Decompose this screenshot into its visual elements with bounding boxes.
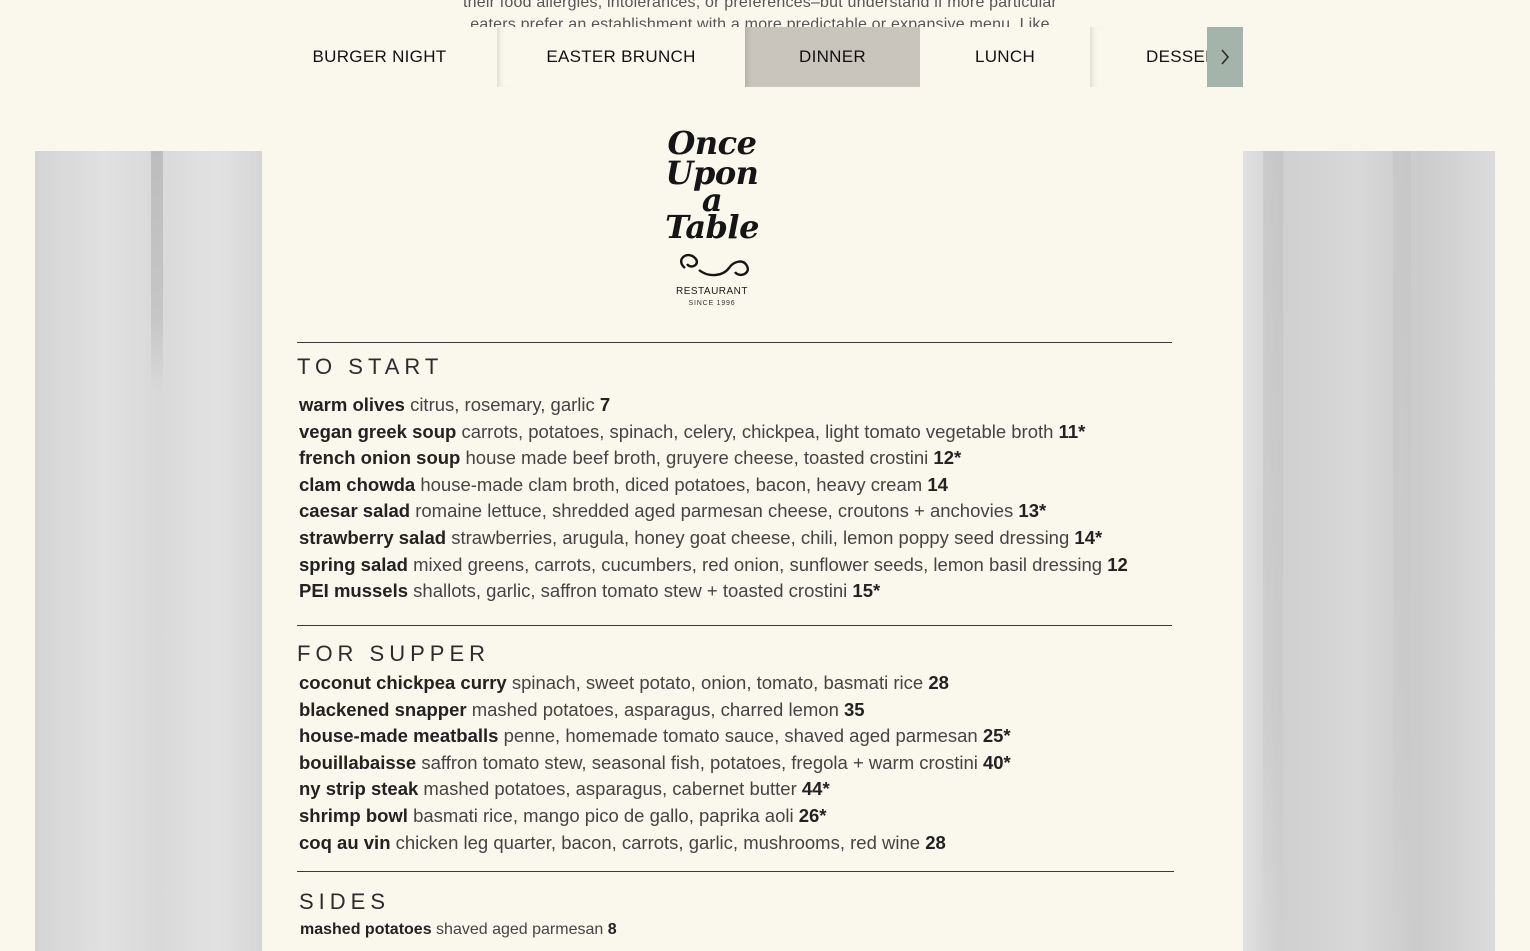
tab-easter-brunch[interactable]: EASTER BRUNCH: [497, 27, 745, 87]
item-desc: mashed potatoes, asparagus, charred lemo…: [471, 699, 839, 720]
section-title: TO START: [297, 354, 444, 379]
logo-word: Table: [665, 208, 759, 246]
item-name: vegan greek soup: [299, 421, 457, 442]
item-name: mashed potatoes: [300, 921, 432, 938]
item-name: warm olives: [299, 394, 405, 415]
item-name: bouillabaisse: [299, 752, 417, 773]
item-desc: penne, homemade tomato sauce, shaved age…: [503, 725, 978, 746]
menu-item: house-made meatballs penne, homemade tom…: [299, 725, 1011, 747]
section-title: FOR SUPPER: [297, 641, 491, 666]
item-name: strawberry salad: [299, 527, 447, 548]
item-desc: house-made clam broth, diced potatoes, b…: [420, 474, 923, 495]
right-decorative-panel: [1243, 151, 1495, 951]
item-desc: citrus, rosemary, garlic: [410, 394, 595, 415]
section-title: SIDES: [299, 889, 391, 914]
item-name: blackened snapper: [299, 699, 467, 720]
menu-item: vegan greek soup carrots, potatoes, spin…: [299, 421, 1085, 443]
item-desc: mixed greens, carrots, cucumbers, red on…: [413, 554, 1103, 575]
tab-dinner[interactable]: DINNER: [745, 27, 920, 87]
item-desc: spinach, sweet potato, onion, tomato, ba…: [511, 672, 924, 693]
menu-item: mashed potatoes shaved aged parmesan 8: [300, 921, 617, 939]
logo-subtitle: RESTAURANT: [675, 286, 749, 297]
tab-label: DINNER: [799, 47, 866, 66]
item-price: 26*: [798, 805, 827, 826]
menu-item: ny strip steak mashed potatoes, asparagu…: [299, 778, 830, 800]
item-desc: carrots, potatoes, spinach, celery, chic…: [461, 421, 1054, 442]
item-price: 8: [607, 921, 617, 938]
item-price: 7: [599, 394, 611, 415]
left-decorative-panel: [35, 151, 262, 951]
item-price: 25*: [982, 725, 1011, 746]
item-price: 35: [844, 699, 865, 720]
menu-item: caesar salad romaine lettuce, shredded a…: [299, 500, 1046, 522]
item-desc: shallots, garlic, saffron tomato stew + …: [413, 580, 848, 601]
item-price: 44*: [801, 778, 830, 799]
menu-item: spring salad mixed greens, carrots, cucu…: [299, 554, 1128, 576]
restaurant-logo: Once Upon a Table RESTAURANT SINCE 1996: [662, 127, 762, 328]
item-desc: house made beef broth, gruyere cheese, t…: [465, 447, 929, 468]
item-price: 28: [928, 672, 949, 693]
menu-item: blackened snapper mashed potatoes, aspar…: [299, 699, 865, 721]
tab-label: EASTER BRUNCH: [546, 47, 696, 66]
item-name: ny strip steak: [299, 778, 419, 799]
item-price: 13*: [1018, 500, 1047, 521]
item-price: 14: [927, 474, 948, 495]
item-name: house-made meatballs: [299, 725, 499, 746]
item-price: 40*: [982, 752, 1011, 773]
item-price: 14*: [1074, 527, 1103, 548]
item-desc: strawberries, arugula, honey goat cheese…: [451, 527, 1070, 548]
item-name: caesar salad: [299, 500, 411, 521]
tab-label: LUNCH: [974, 47, 1036, 66]
menu-item: bouillabaisse saffron tomato stew, seaso…: [299, 752, 1011, 774]
item-desc: romaine lettuce, shredded aged parmesan …: [415, 500, 1014, 521]
item-desc: saffron tomato stew, seasonal fish, pota…: [421, 752, 978, 773]
menu-item: clam chowda house-made clam broth, diced…: [299, 474, 948, 496]
item-desc: basmati rice, mango pico de gallo, papri…: [413, 805, 794, 826]
tab-label: BURGER NIGHT: [312, 47, 447, 66]
chevron-right-icon: [1221, 49, 1230, 65]
section-divider: [297, 871, 1174, 872]
item-price: 12*: [933, 447, 962, 468]
item-name: clam chowda: [299, 474, 416, 495]
menu-item: PEI mussels shallots, garlic, saffron to…: [299, 580, 880, 602]
menu-tabs: BURGER NIGHT EASTER BRUNCH DINNER LUNCH …: [262, 27, 1243, 87]
item-price: 11*: [1058, 421, 1086, 442]
item-desc: mashed potatoes, asparagus, cabernet but…: [423, 778, 797, 799]
item-name: PEI mussels: [299, 580, 409, 601]
menu-item: coconut chickpea curry spinach, sweet po…: [299, 672, 949, 694]
menu-item: coq au vin chicken leg quarter, bacon, c…: [299, 832, 946, 854]
intro-line: their food allergies, intolerances, or p…: [462, 0, 1057, 11]
menu-item: shrimp bowl basmati rice, mango pico de …: [299, 805, 827, 827]
menu-item: strawberry salad strawberries, arugula, …: [299, 527, 1102, 549]
item-name: spring salad: [299, 554, 408, 575]
tabs-next-button[interactable]: [1207, 27, 1243, 87]
section-divider: [297, 342, 1172, 343]
item-price: 28: [925, 832, 946, 853]
menu-item: french onion soup house made beef broth,…: [299, 447, 961, 469]
logo-since: SINCE 1996: [688, 300, 736, 307]
menu-item: warm olives citrus, rosemary, garlic 7: [299, 394, 610, 416]
item-name: coconut chickpea curry: [299, 672, 507, 693]
item-price: 15*: [852, 580, 881, 601]
swirl-icon: [680, 253, 749, 277]
section-divider: [297, 625, 1172, 626]
item-name: shrimp bowl: [299, 805, 408, 826]
item-desc: shaved aged parmesan: [436, 921, 604, 938]
item-name: french onion soup: [299, 447, 461, 468]
item-desc: chicken leg quarter, bacon, carrots, gar…: [395, 832, 921, 853]
tab-burger-night[interactable]: BURGER NIGHT: [262, 27, 497, 87]
item-name: coq au vin: [299, 832, 391, 853]
tab-lunch[interactable]: LUNCH: [920, 27, 1090, 87]
item-price: 12: [1107, 554, 1128, 575]
